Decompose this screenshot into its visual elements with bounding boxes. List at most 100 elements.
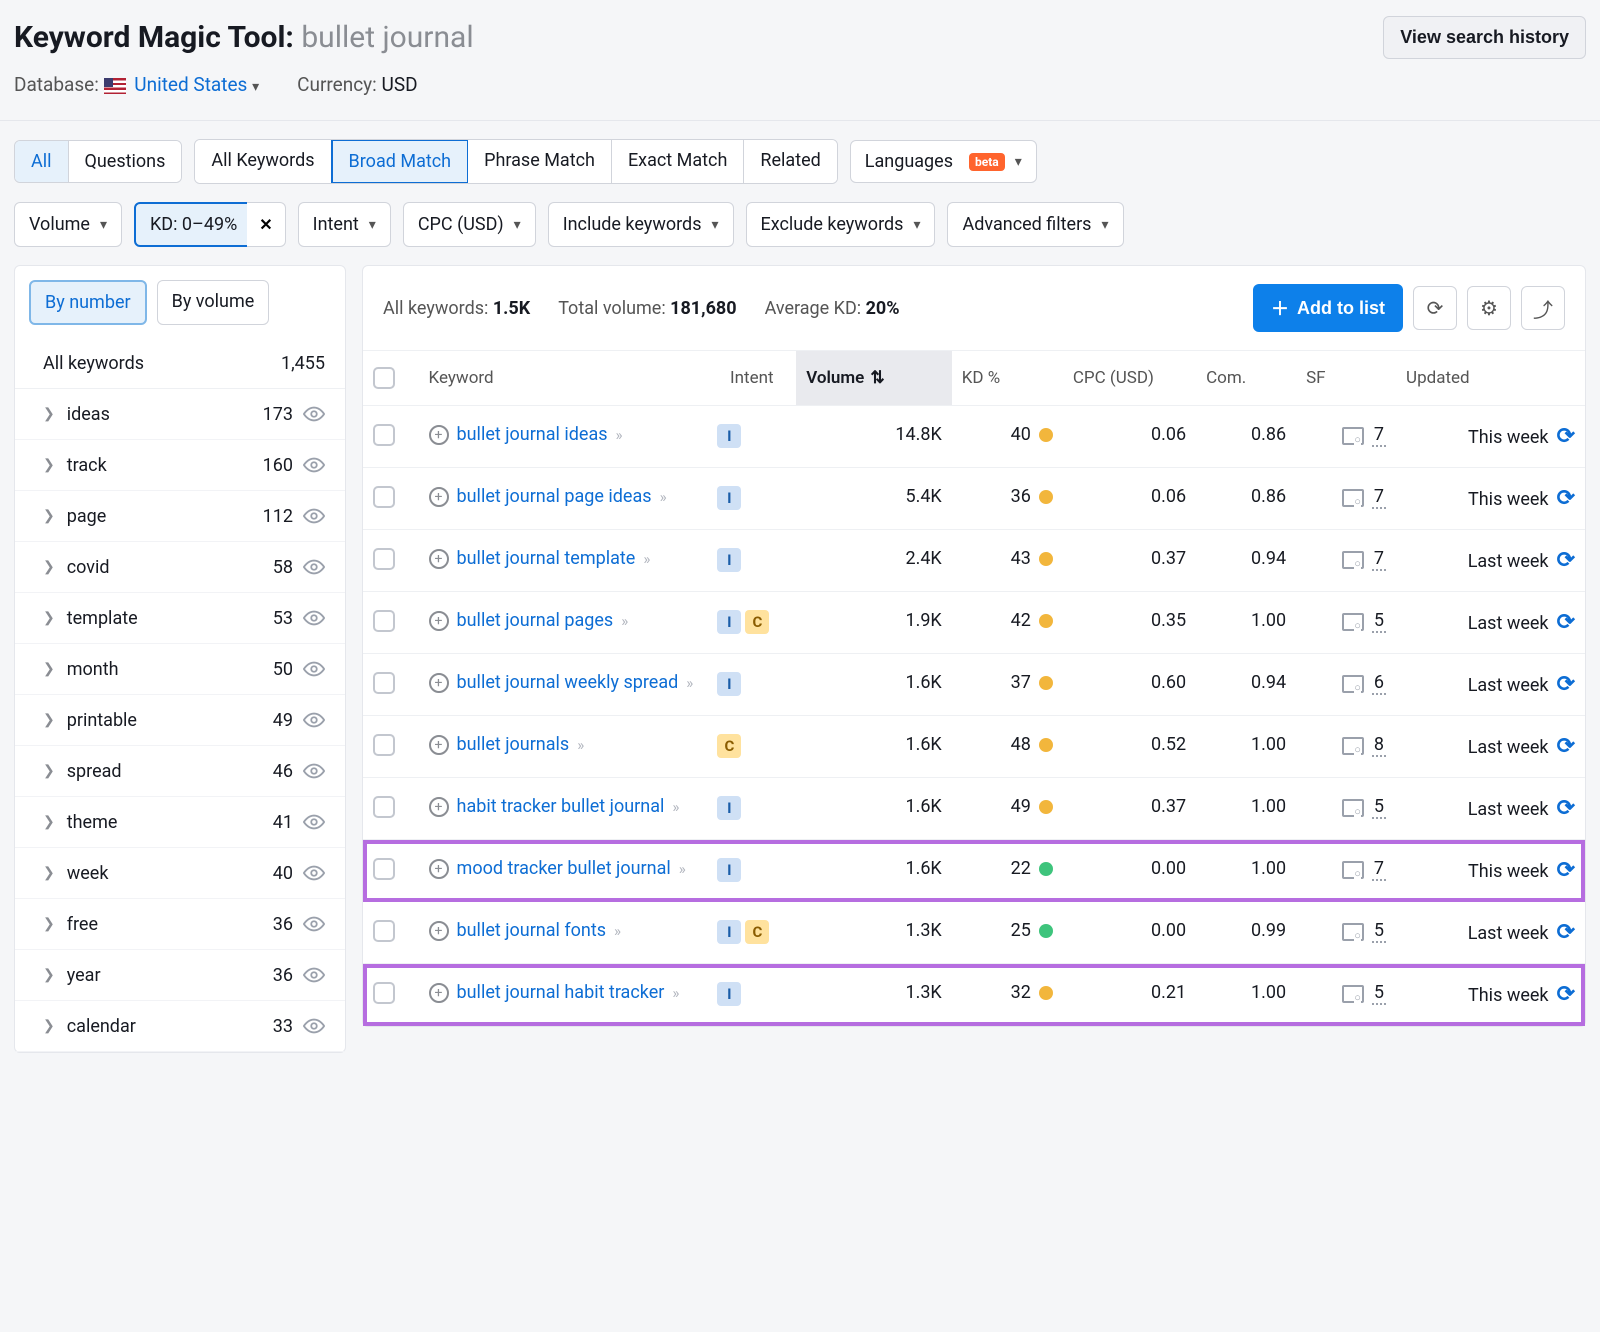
sidebar-tab-by-number[interactable]: By number [29, 280, 147, 325]
col-cpc[interactable]: CPC (USD) [1063, 351, 1196, 406]
row-checkbox[interactable] [373, 920, 395, 942]
keyword-link[interactable]: mood tracker bullet journal [457, 858, 671, 879]
expand-icon[interactable]: + [429, 673, 449, 693]
row-checkbox[interactable] [373, 486, 395, 508]
refresh-row-icon[interactable]: ⟳ [1557, 982, 1575, 1007]
database-selector[interactable]: Database: United States ▾ [14, 73, 259, 96]
serp-features-icon[interactable] [1342, 861, 1364, 879]
sidebar-item[interactable]: ❯printable49 [15, 695, 345, 746]
kd-filter[interactable]: KD: 0–49% [134, 202, 253, 247]
row-checkbox[interactable] [373, 796, 395, 818]
expand-icon[interactable]: + [429, 735, 449, 755]
sidebar-tab-by-volume[interactable]: By volume [157, 280, 270, 325]
expand-icon[interactable]: + [429, 549, 449, 569]
keyword-link[interactable]: bullet journal pages [457, 610, 614, 631]
sidebar-item[interactable]: ❯ideas173 [15, 389, 345, 440]
tab-phrase-match[interactable]: Phrase Match [468, 140, 612, 183]
tab-all[interactable]: All [15, 141, 69, 182]
serp-features-icon[interactable] [1342, 675, 1364, 693]
refresh-row-icon[interactable]: ⟳ [1557, 486, 1575, 511]
keyword-link[interactable]: bullet journal template [457, 548, 636, 569]
exclude-keywords-filter[interactable]: Exclude keywords▾ [746, 202, 936, 247]
sidebar-item[interactable]: ❯free36 [15, 899, 345, 950]
keyword-link[interactable]: bullet journal weekly spread [457, 672, 679, 693]
add-to-list-button[interactable]: ＋Add to list [1253, 284, 1403, 332]
eye-icon[interactable] [303, 556, 325, 578]
intent-filter[interactable]: Intent▾ [298, 202, 391, 247]
view-search-history-button[interactable]: View search history [1383, 16, 1586, 59]
serp-features-icon[interactable] [1342, 799, 1364, 817]
refresh-row-icon[interactable]: ⟳ [1557, 610, 1575, 635]
col-kd[interactable]: KD % [952, 351, 1063, 406]
serp-features-icon[interactable] [1342, 551, 1364, 569]
eye-icon[interactable] [303, 454, 325, 476]
languages-dropdown[interactable]: Languages beta ▾ [850, 140, 1037, 183]
eye-icon[interactable] [303, 913, 325, 935]
sf-value[interactable]: 5 [1372, 610, 1386, 633]
row-checkbox[interactable] [373, 424, 395, 446]
volume-filter[interactable]: Volume▾ [14, 202, 122, 247]
refresh-row-icon[interactable]: ⟳ [1557, 424, 1575, 449]
expand-icon[interactable]: + [429, 425, 449, 445]
row-checkbox[interactable] [373, 548, 395, 570]
tab-broad-match[interactable]: Broad Match [331, 139, 470, 184]
sf-value[interactable]: 7 [1372, 424, 1386, 447]
expand-icon[interactable]: + [429, 859, 449, 879]
sf-value[interactable]: 8 [1372, 734, 1386, 757]
tab-questions[interactable]: Questions [69, 141, 182, 182]
kd-filter-clear-button[interactable]: ✕ [247, 202, 285, 247]
refresh-row-icon[interactable]: ⟳ [1557, 920, 1575, 945]
keyword-link[interactable]: bullet journals [457, 734, 570, 755]
select-all-checkbox[interactable] [373, 367, 395, 389]
refresh-row-icon[interactable]: ⟳ [1557, 734, 1575, 759]
sidebar-item[interactable]: ❯year36 [15, 950, 345, 1001]
keyword-link[interactable]: bullet journal habit tracker [457, 982, 665, 1003]
expand-icon[interactable]: + [429, 921, 449, 941]
advanced-filters[interactable]: Advanced filters▾ [947, 202, 1123, 247]
eye-icon[interactable] [303, 505, 325, 527]
tab-exact-match[interactable]: Exact Match [612, 140, 744, 183]
serp-features-icon[interactable] [1342, 427, 1364, 445]
col-sf[interactable]: SF [1296, 351, 1396, 406]
col-com[interactable]: Com. [1196, 351, 1296, 406]
refresh-row-icon[interactable]: ⟳ [1557, 548, 1575, 573]
refresh-row-icon[interactable]: ⟳ [1557, 672, 1575, 697]
eye-icon[interactable] [303, 403, 325, 425]
eye-icon[interactable] [303, 1015, 325, 1037]
include-keywords-filter[interactable]: Include keywords▾ [548, 202, 734, 247]
refresh-row-icon[interactable]: ⟳ [1557, 858, 1575, 883]
expand-icon[interactable]: + [429, 611, 449, 631]
keyword-link[interactable]: bullet journal page ideas [457, 486, 652, 507]
export-button[interactable]: ⤴ [1521, 286, 1565, 330]
expand-icon[interactable]: + [429, 983, 449, 1003]
row-checkbox[interactable] [373, 672, 395, 694]
col-updated[interactable]: Updated [1396, 351, 1585, 406]
eye-icon[interactable] [303, 811, 325, 833]
eye-icon[interactable] [303, 658, 325, 680]
tab-related[interactable]: Related [744, 140, 836, 183]
sidebar-all-keywords[interactable]: All keywords 1,455 [15, 339, 345, 389]
settings-button[interactable]: ⚙ [1467, 286, 1511, 330]
sidebar-item[interactable]: ❯month50 [15, 644, 345, 695]
sf-value[interactable]: 7 [1372, 858, 1386, 881]
eye-icon[interactable] [303, 709, 325, 731]
sf-value[interactable]: 5 [1372, 982, 1386, 1005]
row-checkbox[interactable] [373, 858, 395, 880]
keyword-link[interactable]: bullet journal fonts [457, 920, 607, 941]
sidebar-item[interactable]: ❯track160 [15, 440, 345, 491]
sidebar-item[interactable]: ❯calendar33 [15, 1001, 345, 1052]
sf-value[interactable]: 5 [1372, 796, 1386, 819]
row-checkbox[interactable] [373, 610, 395, 632]
serp-features-icon[interactable] [1342, 613, 1364, 631]
row-checkbox[interactable] [373, 734, 395, 756]
serp-features-icon[interactable] [1342, 923, 1364, 941]
expand-icon[interactable]: + [429, 487, 449, 507]
sidebar-item[interactable]: ❯page112 [15, 491, 345, 542]
refresh-button[interactable]: ⟳ [1413, 286, 1457, 330]
sidebar-item[interactable]: ❯template53 [15, 593, 345, 644]
eye-icon[interactable] [303, 964, 325, 986]
eye-icon[interactable] [303, 607, 325, 629]
expand-icon[interactable]: + [429, 797, 449, 817]
cpc-filter[interactable]: CPC (USD)▾ [403, 202, 536, 247]
sidebar-item[interactable]: ❯theme41 [15, 797, 345, 848]
